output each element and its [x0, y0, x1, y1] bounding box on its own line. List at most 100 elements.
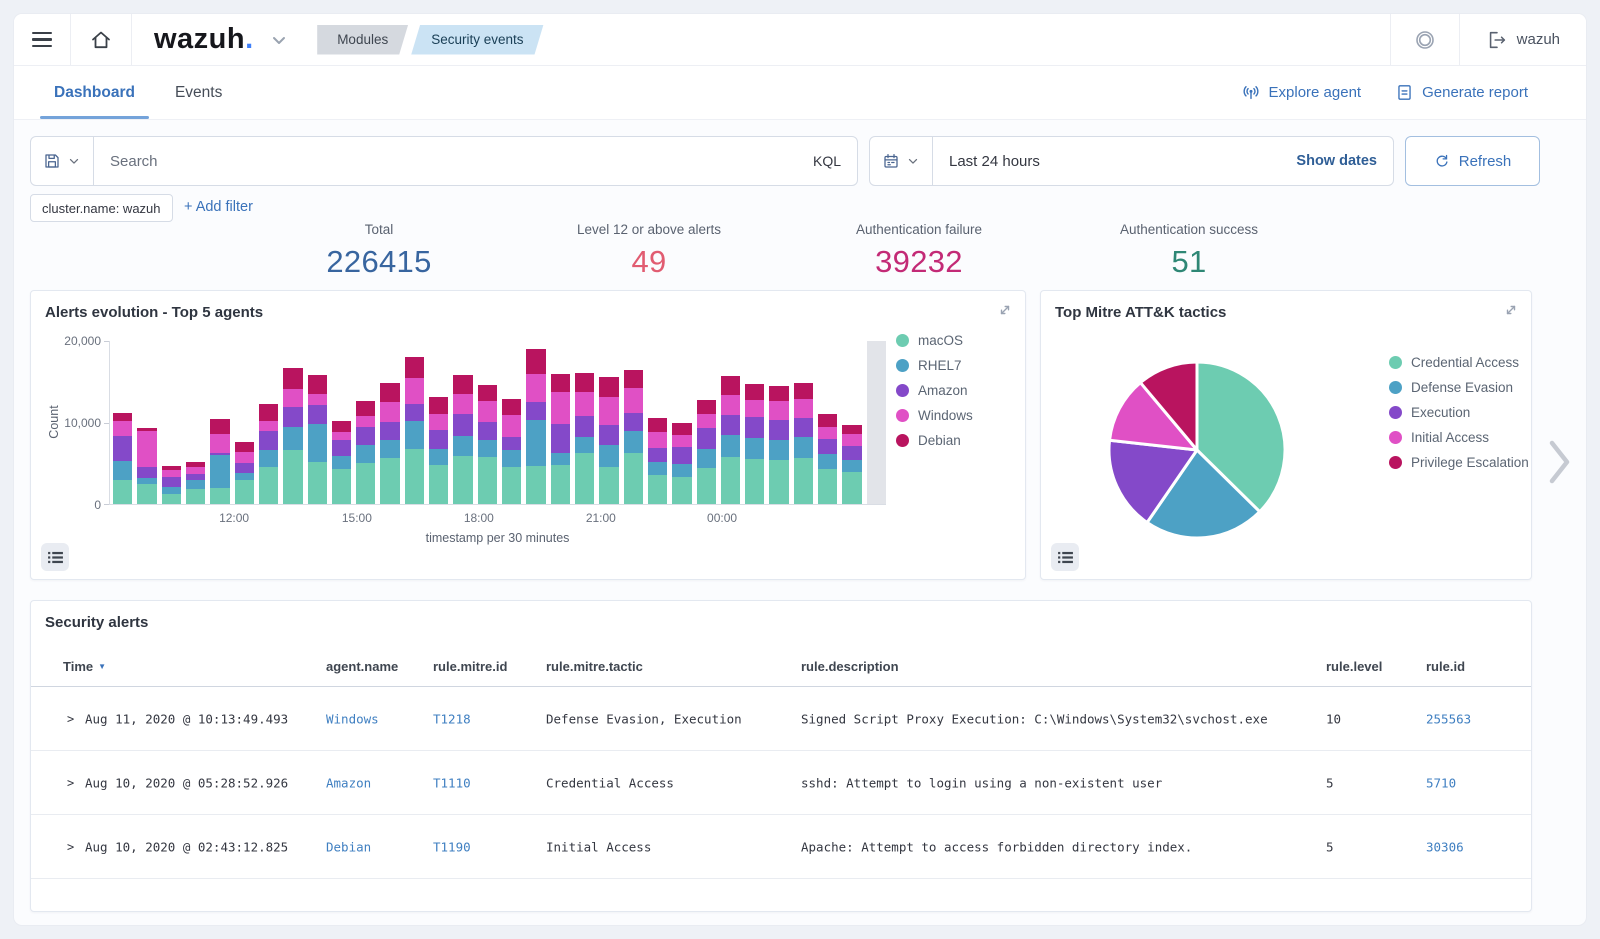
legend-dot-icon: [1389, 456, 1402, 469]
cell-link[interactable]: T1218: [433, 711, 471, 726]
column-header-rule-mitre-id[interactable]: rule.mitre.id: [433, 659, 507, 674]
cell-link[interactable]: T1190: [433, 839, 471, 854]
bar[interactable]: [186, 341, 205, 504]
column-header-rule-id[interactable]: rule.id: [1426, 659, 1465, 674]
tab-events[interactable]: Events: [161, 66, 236, 119]
hamburger-icon: [32, 32, 52, 47]
bar[interactable]: [769, 341, 788, 504]
cell-link[interactable]: 255563: [1426, 711, 1471, 726]
bar[interactable]: [235, 341, 254, 504]
health-button[interactable]: [1390, 14, 1459, 65]
expand-row-icon[interactable]: >: [67, 776, 74, 790]
bar[interactable]: [283, 341, 302, 504]
bar[interactable]: [259, 341, 278, 504]
cell: Aug 10, 2020 @ 02:43:12.825: [85, 839, 288, 854]
user-name: wazuh: [1517, 31, 1560, 48]
legend-item[interactable]: Windows: [896, 408, 973, 423]
bar[interactable]: [210, 341, 229, 504]
legend-item[interactable]: Amazon: [896, 383, 973, 398]
bar[interactable]: [551, 341, 570, 504]
legend-item[interactable]: Execution: [1389, 405, 1529, 420]
bar[interactable]: [478, 341, 497, 504]
bar[interactable]: [697, 341, 716, 504]
table-row[interactable]: >Aug 10, 2020 @ 05:28:52.926AmazonT1110C…: [31, 751, 1531, 815]
table-row[interactable]: >Aug 11, 2020 @ 10:13:49.493WindowsT1218…: [31, 687, 1531, 751]
home-button[interactable]: [71, 14, 132, 65]
bar[interactable]: [575, 341, 594, 504]
bar[interactable]: [842, 341, 861, 504]
wazuh-logo[interactable]: wazuh.: [132, 23, 267, 56]
bar[interactable]: [356, 341, 375, 504]
cell-link[interactable]: Amazon: [326, 775, 371, 790]
user-menu[interactable]: wazuh: [1459, 14, 1586, 65]
table-row[interactable]: >Aug 10, 2020 @ 02:43:12.825DebianT1190I…: [31, 815, 1531, 879]
bar[interactable]: [818, 341, 837, 504]
bar[interactable]: [162, 341, 181, 504]
logo-chevron-down-icon[interactable]: [267, 28, 291, 52]
bar[interactable]: [405, 341, 424, 504]
cell: 10: [1326, 711, 1341, 726]
refresh-button[interactable]: Refresh: [1405, 136, 1540, 186]
panel-options-button[interactable]: [41, 543, 69, 571]
date-picker: Last 24 hours Show dates: [869, 136, 1394, 186]
legend-item[interactable]: Credential Access: [1389, 355, 1529, 370]
next-panel-chevron[interactable]: [1549, 438, 1571, 486]
bar[interactable]: [721, 341, 740, 504]
bar[interactable]: [380, 341, 399, 504]
bar[interactable]: [624, 341, 643, 504]
bar[interactable]: [502, 341, 521, 504]
menu-button[interactable]: [14, 14, 71, 65]
bar[interactable]: [599, 341, 618, 504]
bar[interactable]: [648, 341, 667, 504]
bar[interactable]: [453, 341, 472, 504]
bar[interactable]: [745, 341, 764, 504]
expand-icon[interactable]: [1503, 302, 1519, 318]
panel-options-button[interactable]: [1051, 543, 1079, 571]
legend-item[interactable]: Debian: [896, 433, 973, 448]
bar-chart-plot[interactable]: [109, 341, 886, 505]
bar[interactable]: [794, 341, 813, 504]
cell-link[interactable]: Debian: [326, 839, 371, 854]
pie-chart-svg[interactable]: [1097, 350, 1297, 550]
column-header-time[interactable]: Time▼: [63, 659, 106, 674]
add-filter-button[interactable]: + Add filter: [184, 199, 253, 215]
column-header-rule-mitre-tactic[interactable]: rule.mitre.tactic: [546, 659, 643, 674]
bar[interactable]: [526, 341, 545, 504]
legend-item[interactable]: Defense Evasion: [1389, 380, 1529, 395]
legend-item[interactable]: RHEL7: [896, 358, 973, 373]
show-dates-button[interactable]: Show dates: [1296, 153, 1393, 169]
column-header-rule-description[interactable]: rule.description: [801, 659, 899, 674]
breadcrumb-security-events[interactable]: Security events: [411, 25, 543, 55]
saved-queries-button[interactable]: [31, 137, 94, 185]
cell-link[interactable]: T1110: [433, 775, 471, 790]
bar[interactable]: [113, 341, 132, 504]
bar[interactable]: [332, 341, 351, 504]
generate-report-button[interactable]: Generate report: [1395, 83, 1528, 102]
expand-row-icon[interactable]: >: [67, 712, 74, 726]
cell-link[interactable]: 5710: [1426, 775, 1456, 790]
tab-dashboard[interactable]: Dashboard: [40, 66, 149, 119]
health-ring-icon: [1413, 28, 1437, 52]
bar[interactable]: [429, 341, 448, 504]
bar[interactable]: [672, 341, 691, 504]
breadcrumb-modules[interactable]: Modules: [317, 25, 408, 55]
bar[interactable]: [137, 341, 156, 504]
calendar-button[interactable]: [870, 137, 933, 185]
filter-pill-cluster-name[interactable]: cluster.name: wazuh: [30, 194, 173, 222]
legend-item[interactable]: macOS: [896, 333, 973, 348]
x-tick: 15:00: [342, 511, 372, 525]
kql-button[interactable]: KQL: [797, 153, 857, 169]
time-range-value[interactable]: Last 24 hours: [933, 153, 1296, 170]
column-header-agent-name[interactable]: agent.name: [326, 659, 398, 674]
search-input[interactable]: [94, 153, 797, 170]
legend-item[interactable]: Privilege Escalation: [1389, 455, 1529, 470]
cell-link[interactable]: 30306: [1426, 839, 1464, 854]
column-header-rule-level[interactable]: rule.level: [1326, 659, 1382, 674]
explore-agent-button[interactable]: Explore agent: [1241, 83, 1362, 103]
cell-link[interactable]: Windows: [326, 711, 379, 726]
bar[interactable]: [308, 341, 327, 504]
expand-icon[interactable]: [997, 302, 1013, 318]
expand-row-icon[interactable]: >: [67, 840, 74, 854]
wazuh-app: wazuh. Modules Security events: [14, 14, 1586, 925]
legend-item[interactable]: Initial Access: [1389, 430, 1529, 445]
